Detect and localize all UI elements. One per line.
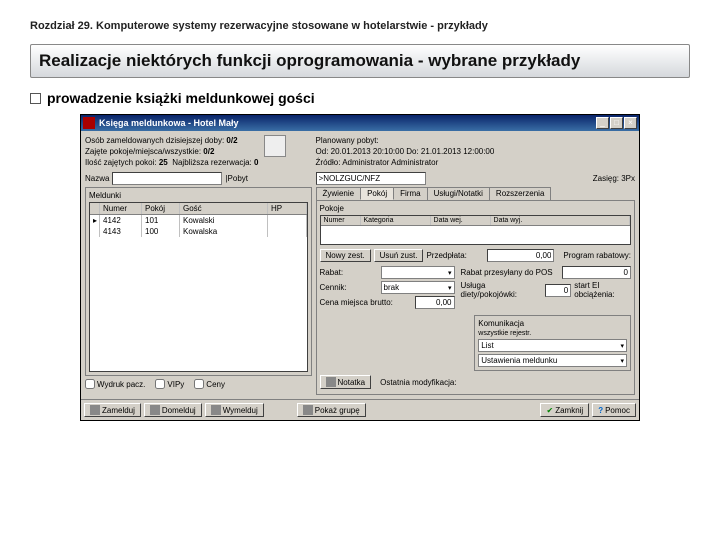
checkin-button[interactable]: Zamelduj bbox=[84, 403, 141, 417]
name-input[interactable] bbox=[112, 172, 222, 185]
prepayment-input[interactable] bbox=[487, 249, 554, 262]
checkout-button[interactable]: Wymelduj bbox=[205, 403, 264, 417]
rooms-col-cat[interactable]: Kategoria bbox=[361, 216, 431, 225]
communication-section: Komunikacja wszystkie rejestr. List Usta… bbox=[474, 315, 631, 371]
window-titlebar[interactable]: Księga meldunkowa - Hotel Mały _ □ × bbox=[81, 115, 639, 131]
subtitle: prowadzenie książki meldunkowej gości bbox=[30, 90, 690, 106]
tab-food[interactable]: Żywienie bbox=[316, 187, 362, 200]
table-row[interactable]: ▸ 4142 101 Kowalski bbox=[90, 215, 307, 226]
check-print[interactable]: Wydruk pacz. bbox=[85, 379, 145, 389]
rooms-table[interactable]: Numer Kategoria Data wej. Data wyj. bbox=[320, 215, 631, 245]
checkin-icon bbox=[90, 405, 100, 415]
comm-title: Komunikacja bbox=[478, 319, 627, 328]
range-label: Zasięg: 3Px bbox=[593, 174, 635, 183]
delete-set-button[interactable]: Usuń zust. bbox=[374, 249, 424, 262]
chapter-label: Rozdział 29. Komputerowe systemy rezerwa… bbox=[30, 20, 690, 32]
footer-buttons: Zamelduj Domelduj Wymelduj Pokaż grupę ✔… bbox=[81, 399, 639, 420]
slide-title-bar: Realizacje niektórych funkcji oprogramow… bbox=[30, 44, 690, 78]
filter-checks: Wydruk pacz. VIPy Ceny bbox=[85, 379, 312, 389]
gross-price-label: Cena miejsca brutto: bbox=[320, 298, 412, 307]
col-number[interactable]: Numer bbox=[100, 203, 142, 214]
rooms-col-in[interactable]: Data wej. bbox=[431, 216, 491, 225]
checkins-title: Meldunki bbox=[89, 191, 308, 200]
help-button[interactable]: ?Pomoc bbox=[592, 403, 636, 417]
col-marker[interactable] bbox=[90, 203, 100, 214]
settings-select[interactable]: Ustawienia meldunku bbox=[478, 354, 627, 367]
rooms-title: Pokoje bbox=[320, 204, 631, 213]
pos-discount-label: Rabat przesyłany do POS bbox=[461, 268, 559, 277]
last-mod-label: Ostatnia modyfikacja: bbox=[380, 378, 456, 387]
note-button[interactable]: Notatka bbox=[320, 375, 372, 389]
col-room[interactable]: Pokój bbox=[142, 203, 180, 214]
pricelist-select[interactable]: brak bbox=[381, 281, 455, 294]
tabs: Żywienie Pokój Firma Usługi/Notatki Rozs… bbox=[316, 187, 635, 200]
checkout-icon bbox=[211, 405, 221, 415]
prepayment-label: Przedpłata: bbox=[426, 251, 484, 260]
tab-extensions[interactable]: Rozszerzenia bbox=[489, 187, 551, 200]
subtitle-text: prowadzenie książki meldunkowej gości bbox=[47, 90, 315, 106]
discount-label: Rabat: bbox=[320, 268, 378, 277]
startclean-input[interactable] bbox=[545, 284, 571, 297]
name-label: Nazwa bbox=[85, 174, 109, 183]
gross-price-input[interactable] bbox=[415, 296, 455, 309]
new-set-button[interactable]: Nowy zest. bbox=[320, 249, 371, 262]
showgroup-button[interactable]: Pokaż grupę bbox=[297, 403, 366, 417]
occupancy-info: Osób zameldowanych dzisiejszej doby: 0/2… bbox=[85, 135, 258, 168]
comm-select[interactable]: List bbox=[478, 339, 627, 352]
maximize-button[interactable]: □ bbox=[610, 117, 623, 129]
checkins-table[interactable]: Numer Pokój Gość HP ▸ 4142 101 Kowalski bbox=[89, 202, 308, 372]
comm-sub: wszystkie rejestr. bbox=[478, 330, 627, 337]
checkins-group: Meldunki Numer Pokój Gość HP ▸ 4142 1 bbox=[85, 187, 312, 376]
note-icon bbox=[326, 377, 336, 387]
minimize-button[interactable]: _ bbox=[596, 117, 609, 129]
window-title: Księga meldunkowa - Hotel Mały bbox=[99, 118, 596, 128]
stay-label: |Pobyt bbox=[225, 174, 248, 183]
close-button[interactable]: × bbox=[624, 117, 637, 129]
status-code-field[interactable] bbox=[316, 172, 426, 185]
info-icon bbox=[264, 135, 286, 157]
addcheckin-button[interactable]: Domelduj bbox=[144, 403, 202, 417]
close-window-button[interactable]: ✔Zamknij bbox=[540, 403, 589, 417]
discount-prog-label: Program rabatowy: bbox=[563, 251, 631, 260]
startclean-label: Usługa diety/pokojówki: bbox=[461, 281, 543, 299]
rooms-col-out[interactable]: Data wyj. bbox=[491, 216, 630, 225]
discount-select[interactable] bbox=[381, 266, 455, 279]
registration-book-window: Księga meldunkowa - Hotel Mały _ □ × Osó… bbox=[80, 114, 640, 421]
rooms-col-num[interactable]: Numer bbox=[321, 216, 361, 225]
app-icon bbox=[83, 117, 95, 129]
bullet-square-icon bbox=[30, 93, 41, 104]
check-vip[interactable]: VIPy bbox=[155, 379, 184, 389]
col-hp[interactable]: HP bbox=[268, 203, 307, 214]
tab-room[interactable]: Pokój bbox=[360, 187, 394, 200]
pos-discount-input[interactable] bbox=[562, 266, 631, 279]
charge-start-label: start EI obciążenia: bbox=[574, 281, 631, 299]
planned-stay-info: Planowany pobyt: Od: 20.01.2013 20:10:00… bbox=[316, 135, 635, 168]
slide-title: Realizacje niektórych funkcji oprogramow… bbox=[39, 51, 681, 71]
col-guest[interactable]: Gość bbox=[180, 203, 268, 214]
table-row[interactable]: 4143 100 Kowalska bbox=[90, 226, 307, 237]
tab-company[interactable]: Firma bbox=[393, 187, 427, 200]
group-icon bbox=[303, 405, 313, 415]
addcheckin-icon bbox=[150, 405, 160, 415]
check-prices[interactable]: Ceny bbox=[194, 379, 225, 389]
pricelist-label: Cennik: bbox=[320, 283, 378, 292]
tab-services[interactable]: Usługi/Notatki bbox=[427, 187, 490, 200]
tab-content: Pokoje Numer Kategoria Data wej. Data wy… bbox=[316, 200, 635, 395]
